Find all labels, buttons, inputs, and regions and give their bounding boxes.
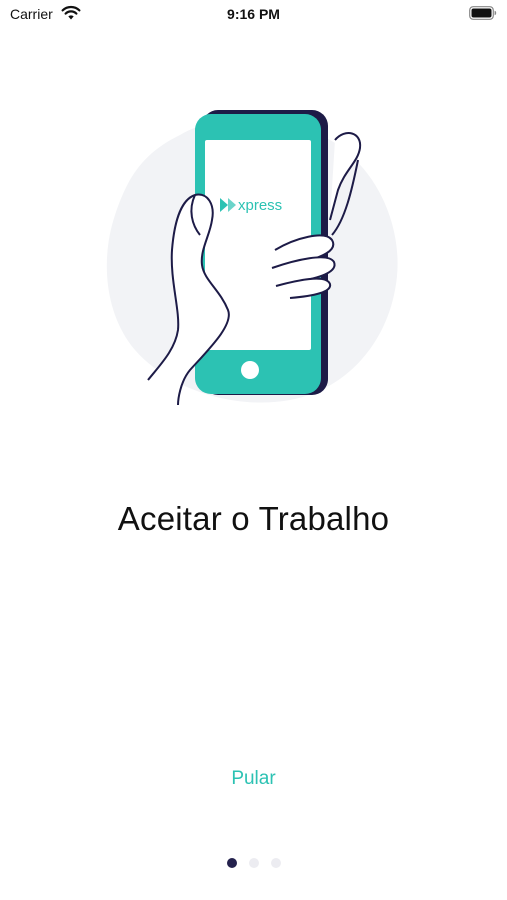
status-bar: Carrier 9:16 PM <box>0 0 507 30</box>
page-indicator[interactable] <box>0 858 507 868</box>
status-time: 9:16 PM <box>227 6 280 22</box>
brand-text: xpress <box>238 197 282 214</box>
onboarding-illustration: xpress <box>100 100 410 410</box>
skip-button[interactable]: Pular <box>0 768 507 790</box>
battery-icon <box>469 6 497 25</box>
page-dot-3[interactable] <box>270 858 281 868</box>
page-title: Aceitar o Trabalho <box>117 500 390 537</box>
page-dot-1[interactable] <box>226 858 237 868</box>
page-dot-2[interactable] <box>248 858 259 868</box>
